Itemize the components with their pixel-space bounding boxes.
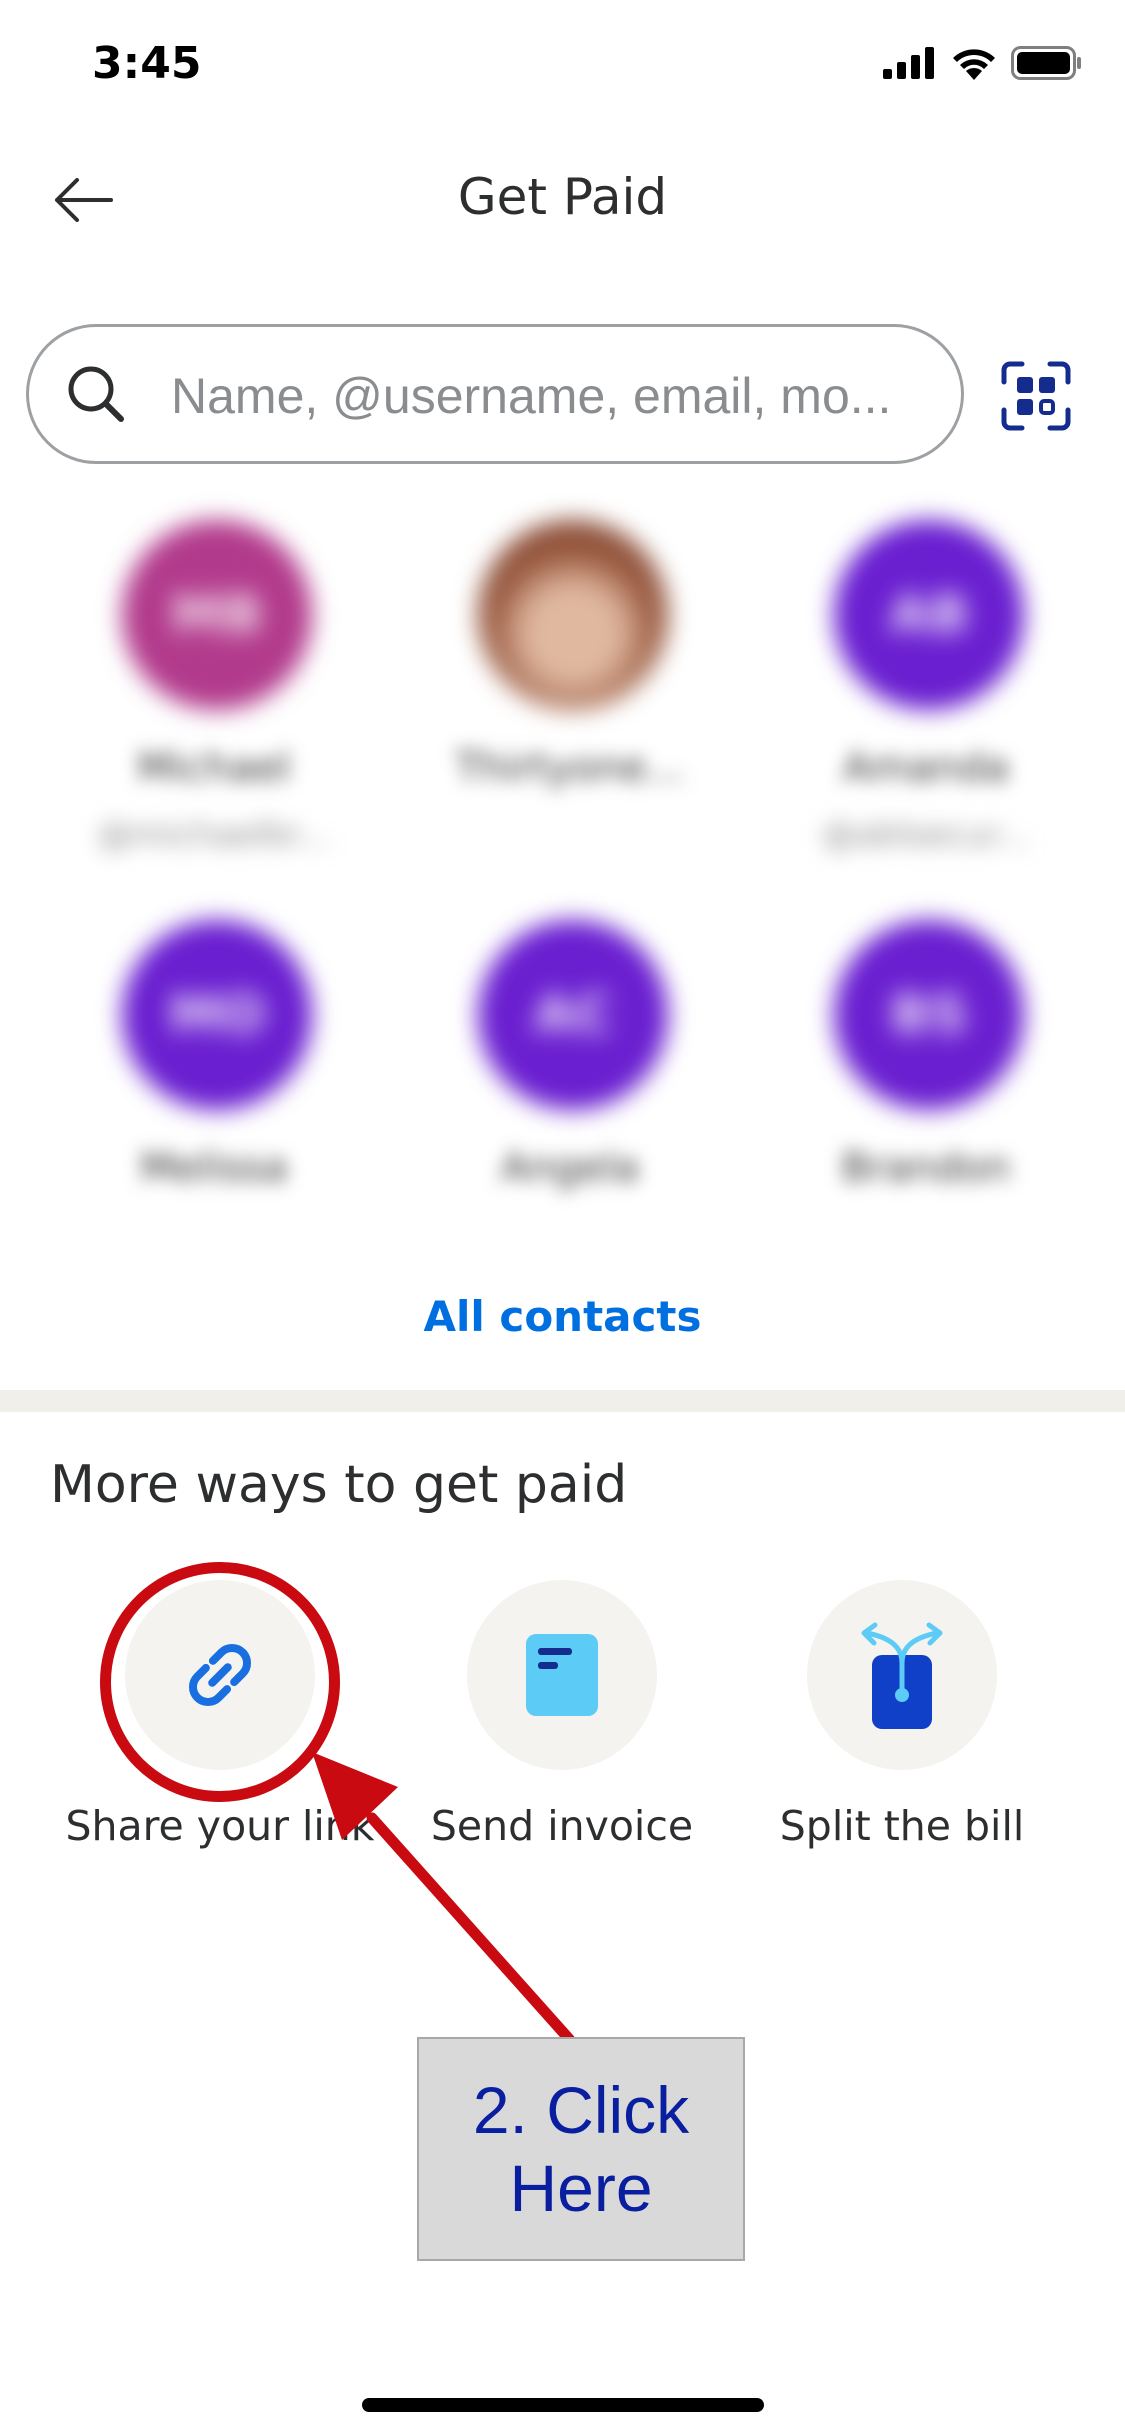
contact-name: Brandon <box>841 1145 1011 1191</box>
navigation-bar: Get Paid <box>0 140 1125 260</box>
contact-name: Angela <box>500 1145 640 1191</box>
contact-name: Michael <box>137 745 291 791</box>
qr-scan-button[interactable] <box>1000 360 1072 432</box>
split-bill-icon <box>861 1622 943 1729</box>
annotation-line-2: Here <box>509 2151 653 2225</box>
search-icon <box>68 366 124 422</box>
send-invoice-button[interactable]: Send invoice <box>392 1580 732 1880</box>
contact-name: Thirtyone... <box>455 745 685 791</box>
contact-item[interactable]: Thirtyone... <box>400 500 720 860</box>
status-time: 3:45 <box>92 38 202 89</box>
send-invoice-label: Send invoice <box>430 1802 694 1850</box>
link-icon <box>189 1644 251 1706</box>
battery-icon <box>1011 46 1081 80</box>
contact-item[interactable]: AC Angela <box>400 900 720 1260</box>
split-bill-circle <box>807 1580 997 1770</box>
split-the-bill-button[interactable]: Split the bill <box>732 1580 1072 1880</box>
avatar: AB <box>834 520 1024 710</box>
more-ways-title: More ways to get paid <box>50 1455 628 1515</box>
search-box[interactable] <box>26 324 964 464</box>
all-contacts-link[interactable]: All contacts <box>0 1292 1125 1341</box>
avatar: MB <box>122 520 312 710</box>
avatar: BS <box>834 920 1024 1110</box>
share-your-link-button[interactable]: Share your link <box>50 1580 390 1880</box>
wifi-icon <box>953 49 995 80</box>
annotation-click-here-box: 2. Click Here <box>417 2037 745 2261</box>
avatar: MO <box>122 920 312 1110</box>
section-divider <box>0 1390 1125 1412</box>
avatar <box>478 520 668 710</box>
status-bar: 3:45 <box>0 0 1125 140</box>
avatar: AC <box>478 920 668 1110</box>
contact-item[interactable]: MB Michael @michaelbr... <box>44 500 364 860</box>
status-icons <box>883 46 1083 80</box>
annotation-line-1: 2. Click <box>472 2073 690 2147</box>
send-invoice-circle <box>467 1580 657 1770</box>
contact-handle: @michaelbr... <box>97 815 331 855</box>
split-the-bill-label: Split the bill <box>779 1802 1025 1850</box>
invoice-icon <box>526 1634 598 1716</box>
cellular-signal-icon <box>883 47 934 79</box>
contact-item[interactable]: AB Amanda @ablsecur... <box>756 500 1076 860</box>
search-input[interactable] <box>169 357 943 435</box>
home-indicator <box>362 2398 764 2412</box>
contact-item[interactable]: MO Melissa <box>44 900 364 1260</box>
share-your-link-label: Share your link <box>65 1802 375 1850</box>
contact-handle: @ablsecur... <box>821 815 1031 855</box>
qr-scan-icon <box>1001 361 1071 431</box>
contact-item[interactable]: BS Brandon <box>756 900 1076 1260</box>
contact-name: Amanda <box>842 745 1010 791</box>
page-title: Get Paid <box>457 168 668 226</box>
contact-name: Melissa <box>140 1145 288 1191</box>
recent-contacts-grid: MB Michael @michaelbr... Thirtyone... AB… <box>0 500 1125 1230</box>
share-link-circle <box>125 1580 315 1770</box>
